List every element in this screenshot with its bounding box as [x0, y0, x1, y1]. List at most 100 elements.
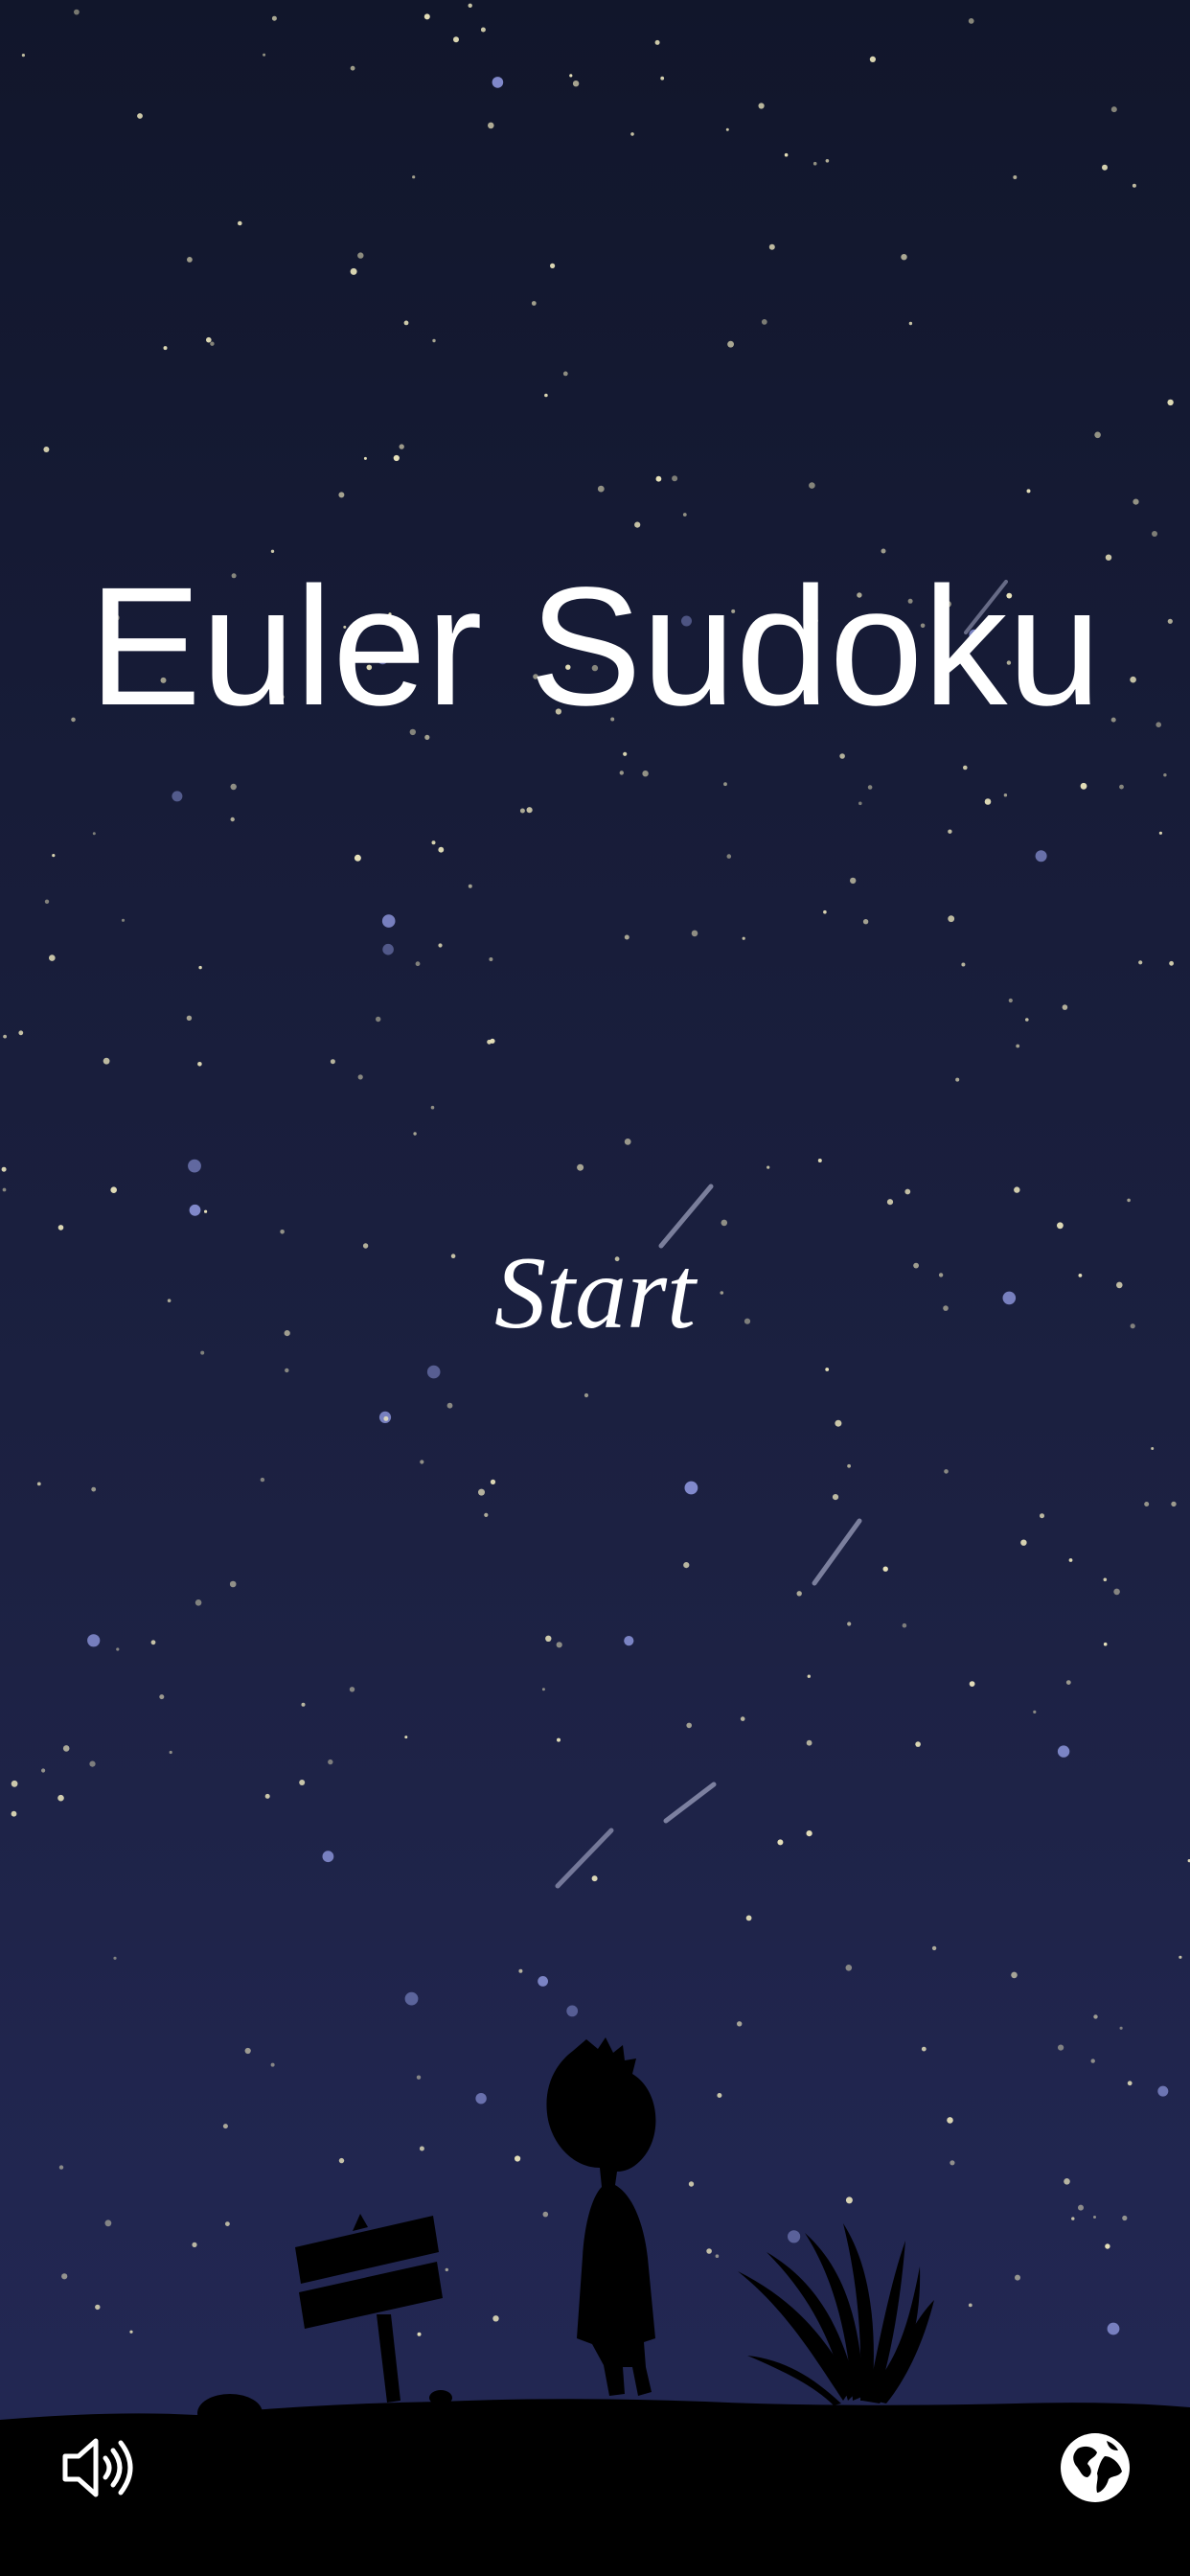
star — [3, 1034, 7, 1039]
star — [11, 1810, 17, 1817]
star — [545, 1635, 552, 1643]
star — [1065, 1680, 1071, 1685]
star — [686, 1722, 692, 1729]
star — [189, 1204, 201, 1216]
star — [624, 1138, 631, 1145]
star — [18, 1030, 24, 1036]
star — [1016, 1044, 1020, 1048]
star — [103, 1057, 110, 1065]
star — [1163, 773, 1167, 777]
star — [624, 934, 629, 940]
star — [569, 74, 573, 78]
star — [423, 13, 430, 20]
star — [357, 252, 364, 259]
star — [683, 1562, 690, 1569]
star — [1103, 1642, 1108, 1646]
boy-silhouette — [546, 2037, 656, 2396]
star — [468, 3, 472, 8]
star — [1119, 784, 1124, 790]
star — [350, 267, 357, 275]
star — [948, 829, 952, 834]
star — [761, 319, 767, 325]
star — [655, 475, 662, 482]
star — [684, 1481, 698, 1495]
star — [1113, 1588, 1120, 1596]
star — [796, 1591, 802, 1597]
star — [1152, 531, 1157, 537]
star — [197, 1062, 202, 1067]
star — [349, 1687, 355, 1692]
star — [634, 521, 641, 528]
star — [1130, 1323, 1135, 1329]
star — [619, 770, 624, 775]
star — [21, 54, 25, 58]
star — [784, 152, 789, 157]
star — [1127, 1198, 1131, 1203]
star — [330, 1059, 335, 1065]
star — [886, 1199, 894, 1206]
star — [113, 1956, 117, 1960]
star — [362, 1243, 369, 1249]
star — [809, 482, 815, 489]
star — [1151, 1447, 1155, 1450]
star — [518, 1968, 523, 1973]
sound-button[interactable] — [52, 2422, 144, 2514]
star — [672, 475, 678, 482]
star — [1078, 1274, 1083, 1277]
star — [904, 1188, 911, 1195]
game-title: Euler Sudoku — [88, 553, 1102, 741]
star — [284, 1330, 290, 1337]
language-button[interactable] — [1049, 2422, 1141, 2514]
star — [430, 1105, 435, 1110]
star — [869, 56, 877, 62]
star — [1020, 1539, 1027, 1546]
star — [727, 340, 734, 348]
start-button[interactable]: Start — [403, 1222, 787, 1366]
star — [725, 127, 729, 131]
star — [591, 1875, 598, 1882]
star — [597, 485, 605, 493]
star — [955, 1077, 960, 1082]
star — [968, 18, 974, 24]
star — [557, 1737, 561, 1742]
star — [1138, 960, 1143, 965]
star — [740, 1716, 745, 1721]
star — [832, 1494, 839, 1501]
star — [169, 1750, 172, 1755]
star — [110, 1186, 117, 1193]
star — [541, 1688, 545, 1691]
star — [328, 1759, 333, 1765]
star — [453, 36, 459, 43]
star — [52, 854, 56, 858]
star — [847, 1622, 852, 1626]
star — [862, 919, 869, 925]
star — [931, 1945, 937, 1951]
star — [413, 1132, 417, 1136]
star — [1132, 183, 1136, 188]
start-screen: Euler Sudoku Start — [0, 0, 1190, 2576]
star — [89, 1760, 96, 1767]
star — [538, 1976, 548, 1987]
star — [1062, 1004, 1068, 1010]
star — [812, 161, 817, 166]
star — [624, 1636, 634, 1646]
star — [984, 798, 992, 805]
star — [431, 840, 436, 845]
star — [691, 930, 698, 937]
star — [230, 783, 237, 791]
star — [188, 1159, 201, 1173]
star — [1068, 1558, 1073, 1562]
star — [768, 243, 775, 250]
star — [1014, 1186, 1020, 1193]
star — [1013, 175, 1018, 179]
star — [338, 492, 345, 498]
star — [577, 1163, 584, 1171]
star — [1, 1166, 7, 1172]
star — [43, 447, 50, 452]
star — [150, 1640, 156, 1645]
star — [526, 807, 533, 814]
star — [777, 1839, 784, 1846]
star — [767, 1165, 770, 1169]
star — [490, 1038, 495, 1044]
star — [382, 943, 394, 955]
